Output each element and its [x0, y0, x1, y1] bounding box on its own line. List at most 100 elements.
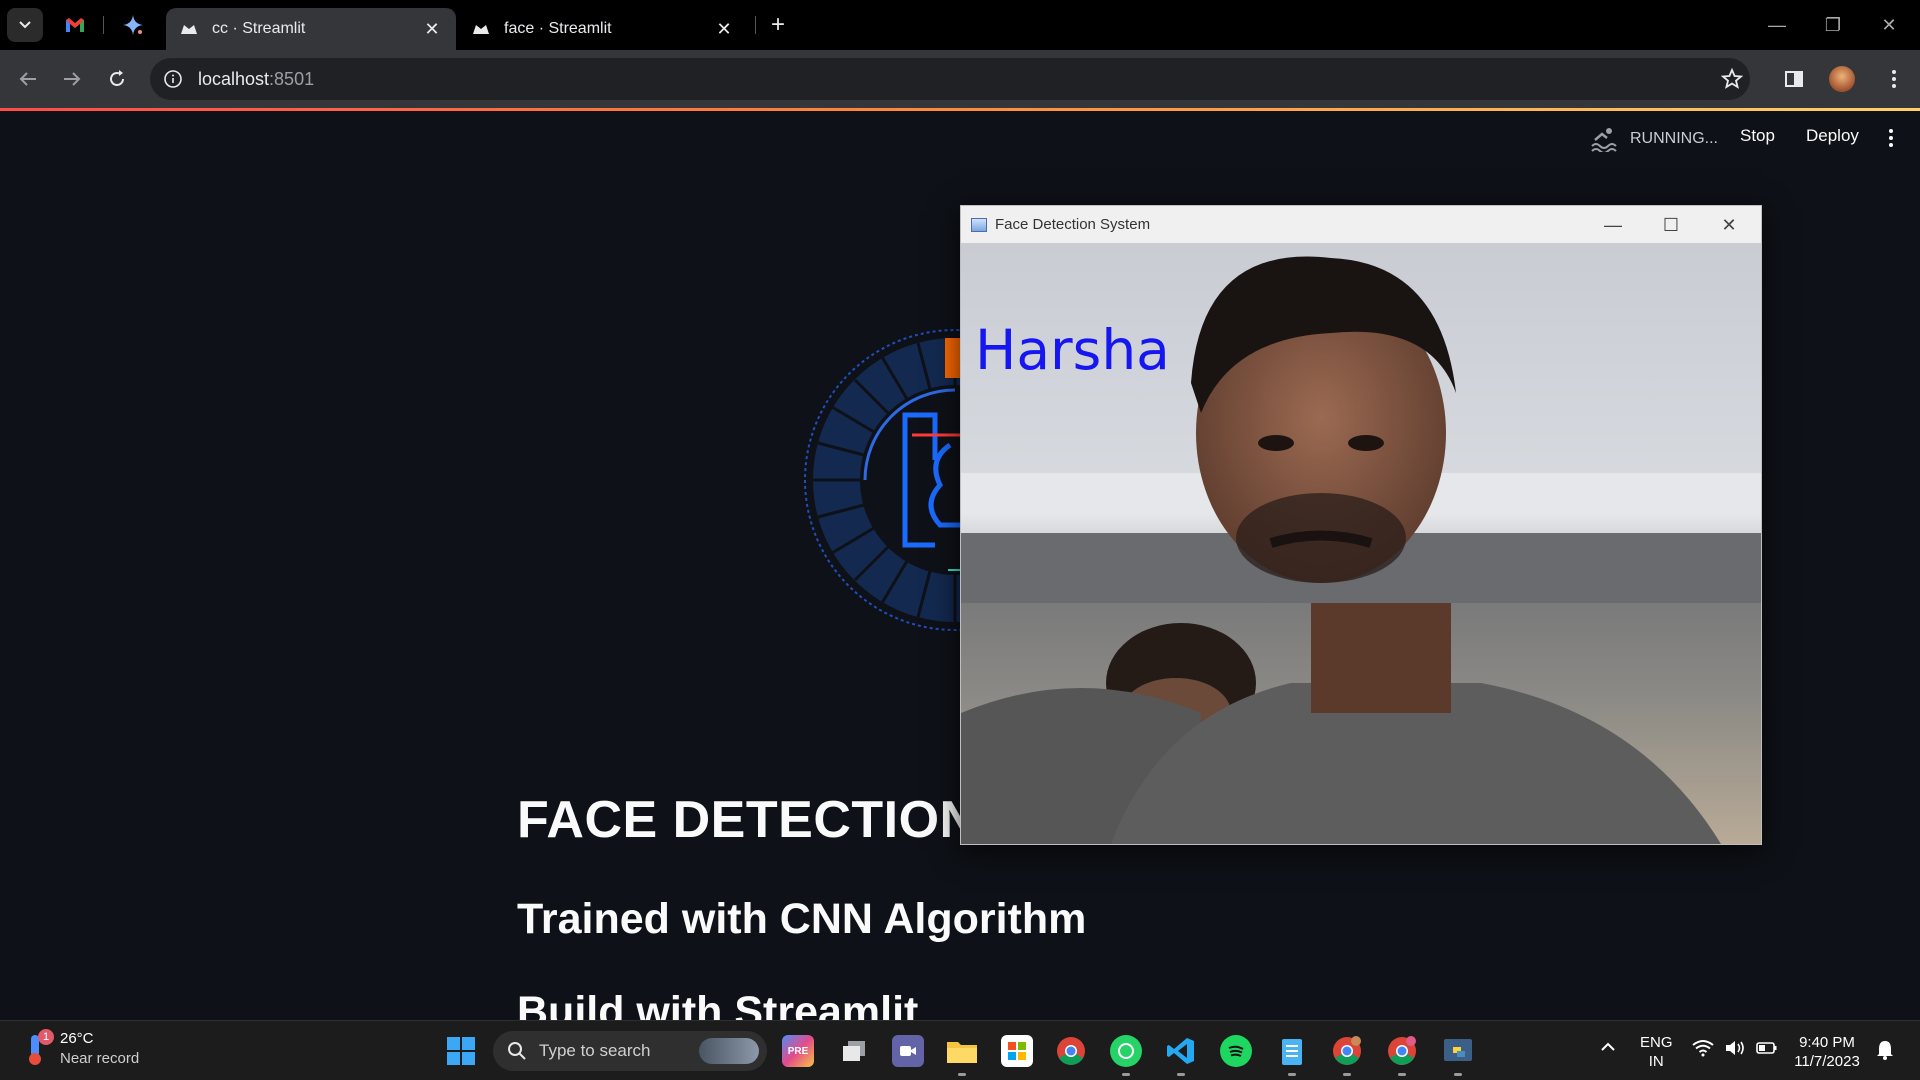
- quick-settings-button[interactable]: [1692, 1039, 1778, 1057]
- running-status: RUNNING...: [1590, 126, 1718, 152]
- volume-icon: [1726, 1041, 1744, 1055]
- tab-search-button[interactable]: [7, 8, 43, 42]
- side-panel-button[interactable]: [1778, 63, 1810, 95]
- chrome-profile-app[interactable]: [1331, 1035, 1363, 1067]
- maximize-button[interactable]: ☐: [1643, 208, 1699, 242]
- stop-button[interactable]: Stop: [1740, 126, 1775, 146]
- back-button[interactable]: [12, 63, 44, 95]
- clock[interactable]: 9:40 PM 11/7/2023: [1792, 1033, 1862, 1071]
- video-camera-icon: [900, 1046, 916, 1056]
- close-tab-icon[interactable]: ✕: [422, 19, 442, 40]
- arrow-right-icon: [64, 72, 81, 86]
- site-info-icon[interactable]: [162, 68, 184, 90]
- tab-divider: [755, 16, 756, 34]
- browser-menu-button[interactable]: [1878, 63, 1910, 95]
- url-port: :8501: [269, 68, 315, 89]
- reload-button[interactable]: [101, 63, 133, 95]
- task-view-button[interactable]: [838, 1035, 870, 1067]
- forward-button[interactable]: [56, 63, 88, 95]
- reload-icon: [110, 70, 124, 86]
- running-swimmer-icon: [1591, 128, 1617, 152]
- side-panel-icon: [1785, 71, 1803, 87]
- chrome-icon: [1057, 1037, 1085, 1065]
- window-titlebar[interactable]: Face Detection System: [961, 206, 1761, 243]
- spotify-app[interactable]: [1220, 1035, 1252, 1067]
- new-tab-button[interactable]: +: [760, 8, 796, 42]
- vscode-app[interactable]: [1165, 1035, 1197, 1067]
- chrome-icon: [1388, 1036, 1416, 1065]
- microsoft-store-app[interactable]: [1001, 1035, 1033, 1067]
- face-detection-window[interactable]: Face Detection System — ☐ ✕ Harsha: [960, 205, 1762, 845]
- notepad-icon: [1282, 1039, 1302, 1065]
- file-explorer-app[interactable]: [946, 1035, 978, 1067]
- star-icon: [1721, 68, 1743, 89]
- minimize-button[interactable]: —: [1585, 208, 1641, 242]
- kebab-menu-icon: [1889, 129, 1893, 147]
- sparkle-icon: [123, 15, 143, 35]
- notepad-app[interactable]: [1276, 1035, 1308, 1067]
- detected-face-label: Harsha: [975, 318, 1170, 382]
- whatsapp-icon: [1118, 1043, 1134, 1059]
- avatar-icon: [1829, 66, 1855, 92]
- clock-time: 9:40 PM: [1799, 1034, 1855, 1051]
- page-title: FACE DETECTION: [517, 791, 978, 849]
- spotify-icon: [1228, 1045, 1244, 1057]
- url-text: localhost:8501: [198, 69, 314, 90]
- close-button[interactable]: ✕: [1701, 208, 1757, 242]
- search-placeholder: Type to search: [539, 1041, 651, 1060]
- search-icon: [508, 1042, 526, 1060]
- windows-taskbar: 1 26°C Near record Type to search PRE EN…: [0, 1020, 1920, 1080]
- running-indicator: [1454, 1073, 1462, 1076]
- tab-strip: cc · Streamlit ✕ face · Streamlit ✕ + — …: [0, 0, 1920, 50]
- profile-avatar[interactable]: [1826, 63, 1858, 95]
- bookmark-button[interactable]: [1716, 63, 1748, 95]
- whatsapp-app[interactable]: [1110, 1035, 1142, 1067]
- thermometer-icon: 1: [24, 1029, 54, 1067]
- region-code: IN: [1648, 1053, 1664, 1070]
- weather-temperature: 26°C: [60, 1030, 94, 1047]
- deploy-button[interactable]: Deploy: [1806, 126, 1859, 146]
- gmail-shortcut[interactable]: [57, 8, 93, 42]
- running-indicator: [1398, 1073, 1406, 1076]
- show-hidden-icons-button[interactable]: [1600, 1039, 1616, 1057]
- streamlit-favicon-icon: [180, 20, 198, 38]
- streamlit-top-decoration: [0, 108, 1920, 111]
- chevron-up-icon: [1601, 1042, 1615, 1051]
- streamlit-main-menu-button[interactable]: [1888, 128, 1894, 153]
- python-app[interactable]: [1442, 1035, 1474, 1067]
- folder-icon: [947, 1042, 977, 1063]
- start-button[interactable]: [445, 1035, 477, 1067]
- url-host: localhost: [198, 68, 270, 89]
- close-tab-icon[interactable]: ✕: [714, 19, 734, 40]
- gmail-icon: [66, 18, 84, 32]
- chrome-icon: [1333, 1036, 1361, 1065]
- notifications-button[interactable]: [1876, 1039, 1894, 1066]
- language-indicator[interactable]: ENG IN: [1640, 1033, 1673, 1071]
- minimize-window-button[interactable]: —: [1754, 10, 1800, 40]
- running-indicator: [1177, 1073, 1185, 1076]
- bell-icon: [1877, 1041, 1893, 1060]
- address-bar[interactable]: localhost:8501: [150, 58, 1750, 100]
- running-indicator: [1343, 1073, 1351, 1076]
- taskbar-search-box[interactable]: Type to search: [493, 1031, 767, 1071]
- close-window-button[interactable]: ✕: [1866, 10, 1912, 40]
- teams-chat-app[interactable]: [892, 1035, 924, 1067]
- running-indicator: [1122, 1073, 1130, 1076]
- windows-logo-icon: [447, 1037, 475, 1065]
- gemini-shortcut[interactable]: [115, 8, 151, 42]
- arrow-left-icon: [19, 72, 36, 86]
- weather-widget[interactable]: 1 26°C Near record: [24, 1029, 139, 1069]
- tab-face-streamlit[interactable]: face · Streamlit ✕: [458, 8, 748, 50]
- tab-title: face · Streamlit: [504, 20, 612, 37]
- copilot-app[interactable]: PRE: [782, 1035, 814, 1067]
- tab-cc-streamlit[interactable]: cc · Streamlit ✕: [166, 8, 456, 50]
- chrome-app[interactable]: [1055, 1035, 1087, 1067]
- restore-window-button[interactable]: ❐: [1810, 10, 1856, 40]
- running-indicator: [958, 1073, 966, 1076]
- plus-icon: +: [770, 11, 785, 38]
- chrome-profile-n-app[interactable]: [1386, 1035, 1418, 1067]
- window-title: Face Detection System: [995, 216, 1151, 233]
- clock-date: 11/7/2023: [1794, 1053, 1860, 1070]
- weather-description: Near record: [60, 1050, 140, 1067]
- kebab-menu-icon: [1892, 70, 1896, 88]
